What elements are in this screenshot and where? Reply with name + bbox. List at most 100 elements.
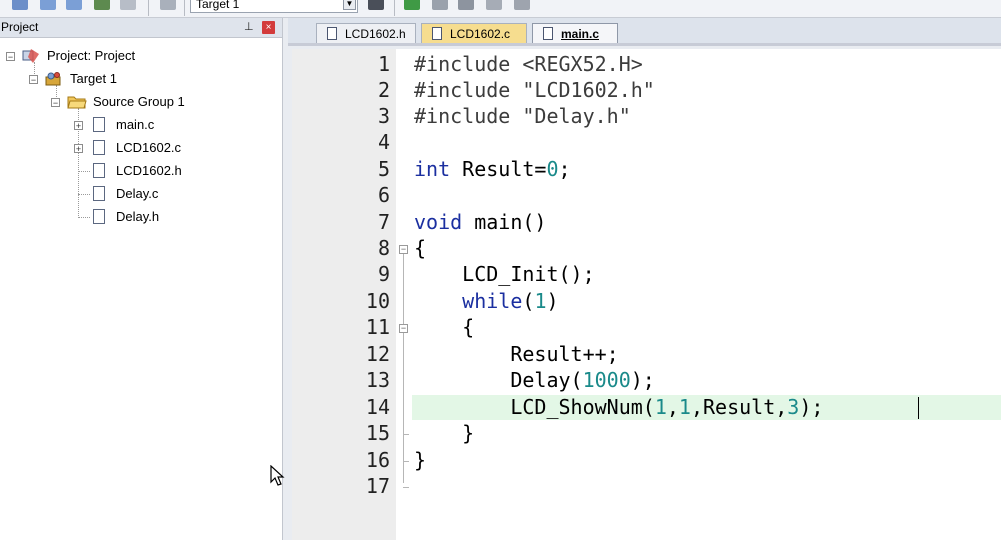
- translate-icon[interactable]: [40, 0, 56, 10]
- number-token: 1: [534, 289, 547, 313]
- tree-item-label: Source Group 1: [93, 94, 185, 109]
- code-token: Result=: [462, 157, 547, 181]
- line-number: 9: [377, 262, 390, 286]
- code-token: ;: [558, 157, 571, 181]
- expand-icon[interactable]: +: [74, 121, 83, 131]
- code-token: main(): [474, 210, 547, 234]
- code-token: ,Result,: [690, 395, 788, 419]
- code-line: LCD_ShowNum(1,1,Result,3);: [414, 394, 823, 420]
- fold-guide: [403, 254, 404, 483]
- project-icon: [22, 49, 39, 63]
- line-number: 4: [377, 130, 390, 154]
- collapse-icon[interactable]: −: [29, 75, 38, 85]
- code-line: }: [414, 420, 474, 446]
- tree-item-file[interactable]: Delay.h: [0, 207, 280, 227]
- number-token: 1: [654, 395, 667, 419]
- target-select-value: Target 1: [196, 0, 240, 11]
- tree-item-file[interactable]: + main.c: [0, 115, 280, 135]
- tree-item-source-group[interactable]: − Source Group 1: [0, 92, 280, 112]
- code-token: ): [546, 289, 559, 313]
- code-line: int Result=0;: [414, 156, 571, 182]
- select-pack-icon[interactable]: [486, 0, 502, 10]
- tree-item-target[interactable]: − Target 1: [0, 69, 280, 89]
- tree-item-file[interactable]: Delay.c: [0, 184, 280, 204]
- file-icon: [93, 209, 105, 224]
- expand-icon[interactable]: +: [74, 144, 83, 154]
- project-panel-header: Project ⊥ ×: [0, 18, 282, 38]
- tree-item-label: Delay.c: [116, 186, 159, 201]
- collapse-icon[interactable]: −: [6, 52, 15, 62]
- tree-item-file[interactable]: + LCD1602.c: [0, 138, 280, 158]
- line-number: 6: [377, 183, 390, 207]
- line-number: 2: [377, 78, 390, 102]
- keyword-token: void: [414, 210, 463, 234]
- code-token: }: [414, 448, 427, 472]
- line-number: 11: [365, 315, 390, 339]
- file-icon: [93, 117, 105, 132]
- build-icon[interactable]: [66, 0, 82, 10]
- include-path: "LCD1602.h": [522, 78, 655, 102]
- code-line: #include "LCD1602.h": [414, 77, 655, 103]
- code-token: LCD_ShowNum(: [510, 395, 655, 419]
- mouse-pointer-icon: [270, 465, 285, 486]
- pin-icon[interactable]: ⊥: [244, 21, 254, 33]
- editor-tab-strip: LCD1602.h LCD1602.c main.c: [288, 18, 1001, 46]
- batch-build-icon[interactable]: [12, 0, 28, 10]
- file-icon: [543, 27, 553, 40]
- file-extensions-icon[interactable]: [432, 0, 448, 10]
- toolbar-separator: [148, 0, 149, 16]
- keyword-token: int: [414, 157, 451, 181]
- collapse-icon[interactable]: −: [51, 98, 60, 108]
- line-number: 3: [377, 104, 390, 128]
- line-number: 1: [377, 52, 390, 76]
- text-caret: [918, 397, 919, 419]
- close-icon[interactable]: ×: [262, 21, 275, 34]
- code-token: Delay(: [510, 368, 583, 392]
- file-icon: [432, 27, 442, 40]
- toolbar-separator: [394, 0, 395, 16]
- line-number: 14: [365, 395, 390, 419]
- code-line: while(1): [414, 288, 559, 314]
- line-number: 8: [377, 236, 390, 260]
- code-editor[interactable]: 1 2 3 4 5 6 7 8 9 10 11 12 13 14 15 16 1…: [292, 49, 1001, 540]
- packs-icon[interactable]: [458, 0, 474, 10]
- tab-main-c[interactable]: main.c: [532, 23, 618, 43]
- line-number: 7: [377, 210, 390, 234]
- target-select[interactable]: Target 1 ▼: [190, 0, 358, 13]
- fold-collapse-icon[interactable]: −: [399, 245, 408, 254]
- number-token: 0: [546, 157, 559, 181]
- code-token: {: [414, 236, 427, 260]
- line-number: 15: [365, 421, 390, 445]
- code-line: }: [414, 447, 426, 473]
- code-token: {: [462, 315, 475, 339]
- tree-item-project[interactable]: − Project: Project: [0, 46, 280, 66]
- fold-guide: [403, 461, 409, 462]
- line-number: 5: [377, 157, 390, 181]
- preprocessor-token: #include: [414, 78, 511, 102]
- tab-lcd1602-h[interactable]: LCD1602.h: [316, 23, 416, 43]
- stop-build-icon[interactable]: [120, 0, 136, 10]
- toolbar: Target 1 ▼: [0, 0, 1001, 18]
- tree-item-file[interactable]: LCD1602.h: [0, 161, 280, 181]
- file-icon: [93, 140, 105, 155]
- code-line: Delay(1000);: [414, 367, 655, 393]
- tree-item-label: LCD1602.h: [116, 163, 182, 178]
- number-token: 3: [787, 395, 800, 419]
- code-line: void main(): [414, 209, 546, 235]
- download-icon[interactable]: [160, 0, 176, 10]
- fold-collapse-icon[interactable]: −: [399, 324, 408, 333]
- sw-components-icon[interactable]: [514, 0, 530, 10]
- manage-components-icon[interactable]: [404, 0, 420, 10]
- rebuild-icon[interactable]: [94, 0, 110, 10]
- number-token: 1: [678, 395, 691, 419]
- chevron-down-icon[interactable]: ▼: [343, 0, 356, 10]
- project-panel-title: Project: [1, 20, 39, 34]
- tree-item-label: Delay.h: [116, 209, 160, 224]
- project-panel: Project ⊥ × − Project: Project − Target …: [0, 18, 283, 540]
- target-options-icon[interactable]: [368, 0, 384, 10]
- file-icon: [93, 163, 105, 178]
- tree-item-label: main.c: [116, 117, 155, 132]
- tree-item-label: Target 1: [70, 71, 117, 86]
- code-token: ,: [666, 395, 679, 419]
- tab-lcd1602-c[interactable]: LCD1602.c: [421, 23, 527, 43]
